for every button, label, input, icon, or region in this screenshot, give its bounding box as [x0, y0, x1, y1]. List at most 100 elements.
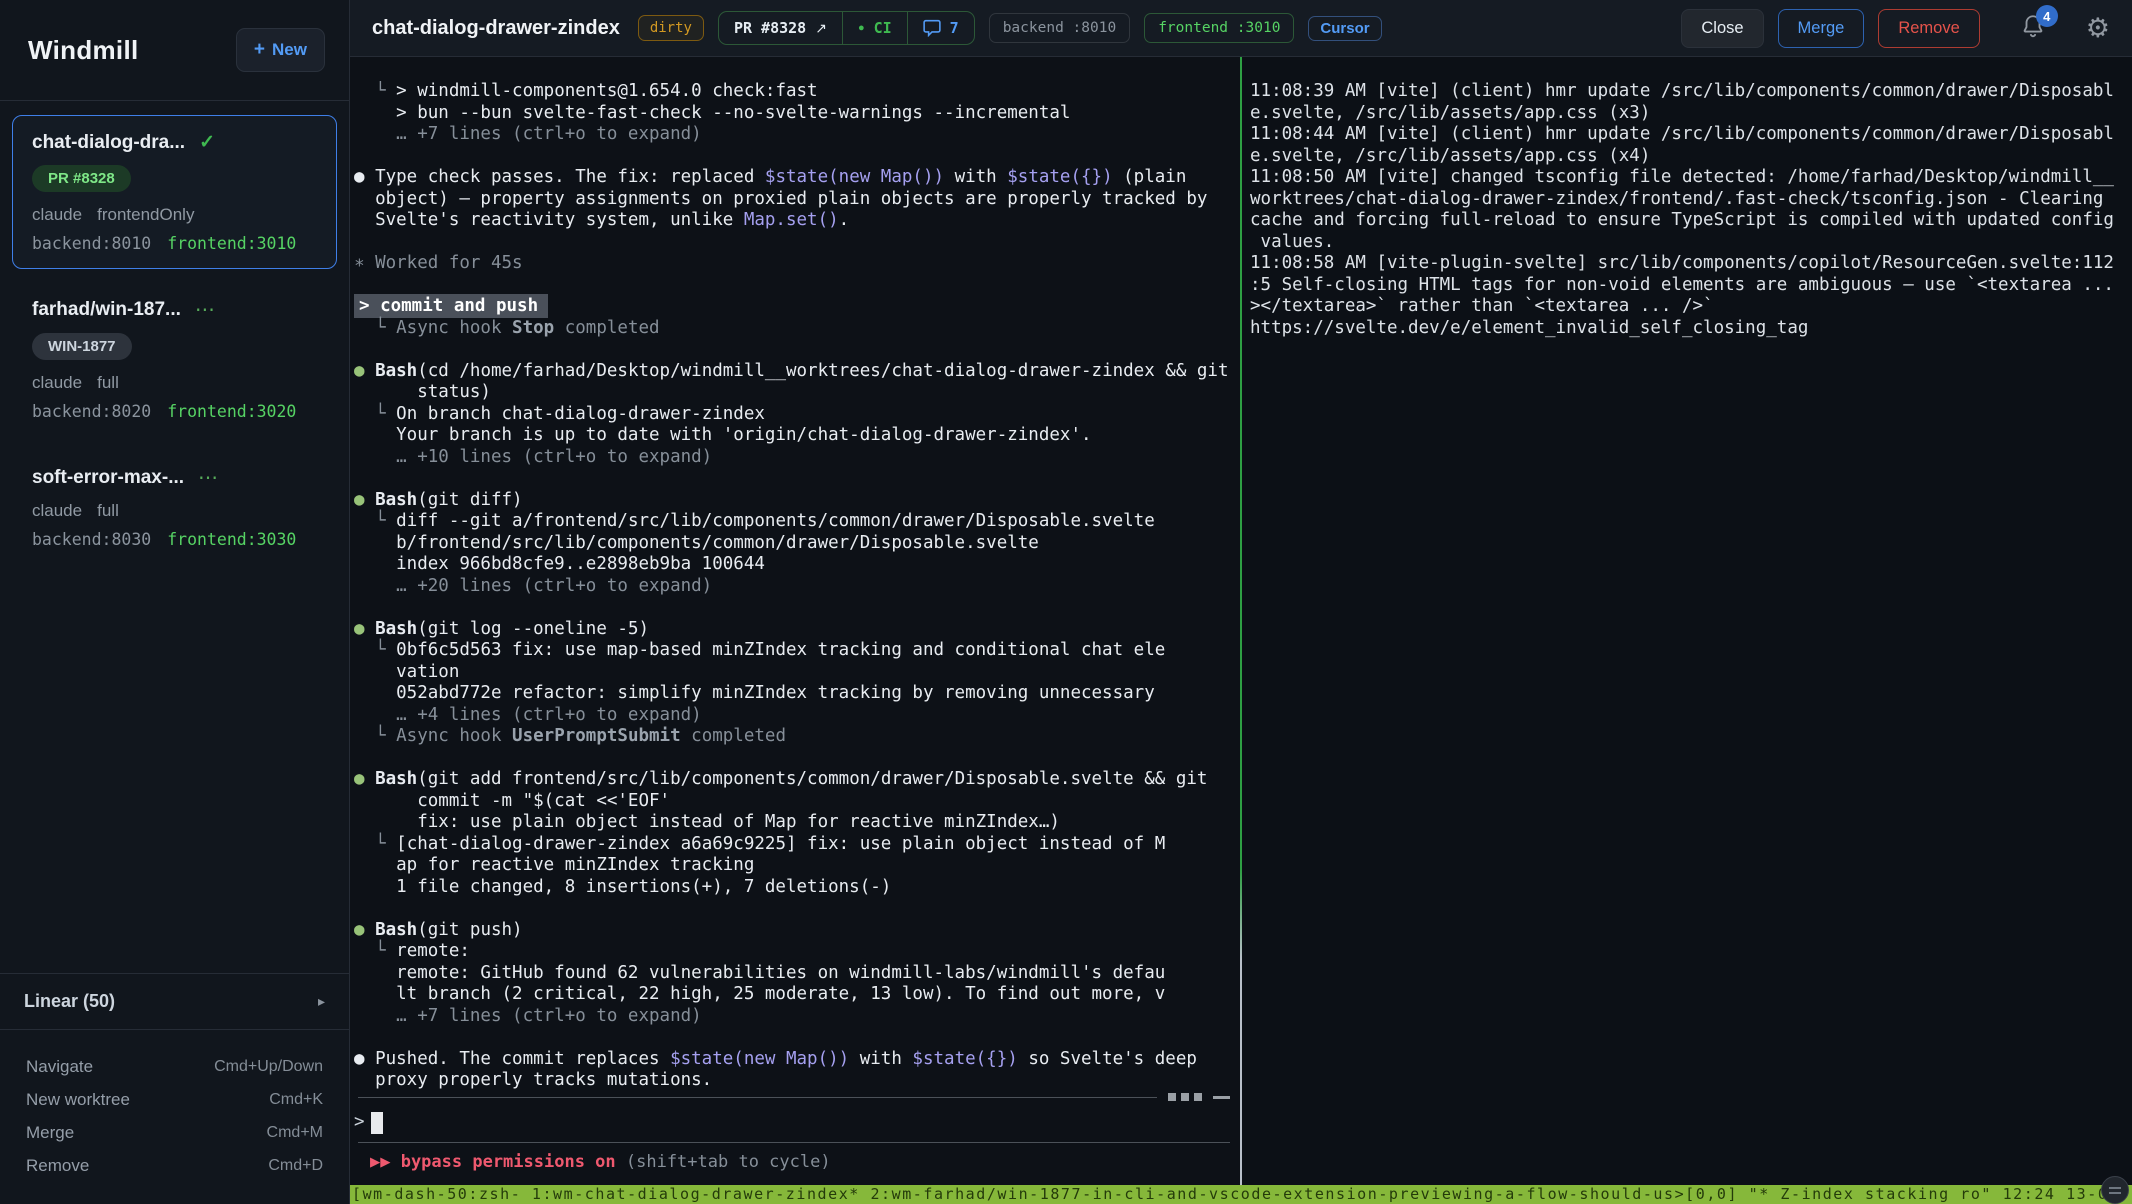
comments-button[interactable]: 7 [907, 12, 974, 44]
terminal-line: └ remote: [354, 941, 1240, 963]
log-line: 11:08:50 AM [vite] changed tsconfig file… [1250, 167, 2128, 189]
backend-port-badge[interactable]: backend :8010 [989, 13, 1131, 43]
terminal-line: vation [354, 662, 1240, 684]
log-line: e.svelte, /src/lib/assets/app.css (x3) [1250, 103, 2128, 125]
pr-link-button[interactable]: PR #8328 ↗ [719, 12, 842, 44]
terminal-line [354, 748, 1240, 770]
sidebar-header: Windmill + New [0, 0, 349, 101]
cursor-editor-button[interactable]: Cursor [1308, 16, 1381, 41]
resize-handle-icon[interactable] [1168, 1093, 1202, 1101]
caret-right-icon: ▸ [318, 993, 325, 1010]
terminal-line [354, 468, 1240, 490]
terminal-line: └ [chat-dialog-drawer-zindex a6a69c9225]… [354, 834, 1240, 856]
settings-gear-icon[interactable]: ⚙ [2086, 13, 2110, 44]
shortcut-navigate: Navigate Cmd+Up/Down [26, 1050, 323, 1083]
content-panes: └ > windmill-components@1.654.0 check:fa… [350, 57, 2132, 1185]
frontend-port: frontend:3010 [167, 234, 296, 253]
sidebar: Windmill + New chat-dialog-dra... ✓ PR #… [0, 0, 350, 1204]
terminal-line [354, 1027, 1240, 1049]
pr-status-group: PR #8328 ↗ ● CI 7 [718, 11, 975, 45]
tmux-status-bar: [wm-dash-50:zsh- 1:wm-chat-dialog-drawer… [350, 1185, 2132, 1204]
terminal-line: └ On branch chat-dialog-drawer-zindex [354, 404, 1240, 426]
external-link-icon: ↗ [815, 20, 827, 37]
new-button-label: New [272, 40, 307, 60]
terminal-line [354, 275, 1240, 297]
new-worktree-button[interactable]: + New [236, 28, 325, 72]
bypass-permissions-label: ▶▶ bypass permissions on [370, 1152, 626, 1172]
tmux-status-text: [wm-dash-50:zsh- 1:wm-chat-dialog-drawer… [352, 1185, 2108, 1203]
terminal-line: 052abd772e refactor: simplify minZIndex … [354, 683, 1240, 705]
merge-button[interactable]: Merge [1778, 9, 1865, 48]
close-button[interactable]: Close [1681, 9, 1763, 48]
terminal-prompt-input[interactable]: > [354, 1104, 1240, 1142]
log-line: 11:08:58 AM [vite-plugin-svelte] src/lib… [1250, 253, 2128, 275]
worktree-item-soft-error[interactable]: soft-error-max-... ⋯ claude full backend… [12, 449, 337, 565]
prompt-chevron: > [354, 1112, 365, 1134]
ci-label: CI [874, 19, 892, 37]
bypass-permissions-hint: (shift+tab to cycle) [626, 1152, 831, 1172]
terminal-line: └ Async hook UserPromptSubmit completed [354, 726, 1240, 748]
terminal-line: ● Pushed. The commit replaces $state(new… [354, 1049, 1240, 1071]
pr-badge: PR #8328 [32, 165, 131, 192]
terminal-line: Svelte's reactivity system, unlike Map.s… [354, 210, 1240, 232]
linear-section-toggle[interactable]: Linear (50) ▸ [0, 973, 349, 1030]
terminal-line: Your branch is up to date with 'origin/c… [354, 425, 1240, 447]
terminal-line: fix: use plain object instead of Map for… [354, 812, 1240, 834]
terminal-line: index 966bd8cfe9..e2898eb9ba 100644 [354, 554, 1240, 576]
ci-status-button[interactable]: ● CI [842, 12, 907, 44]
mode-tag: full [97, 501, 119, 521]
frontend-port: frontend:3020 [167, 402, 296, 421]
shortcut-label: Navigate [26, 1057, 93, 1077]
log-line: values. [1250, 232, 2128, 254]
terminal-line: ∗ Worked for 45s [354, 253, 1240, 275]
terminal-line: … +10 lines (ctrl+o to expand) [354, 447, 1240, 469]
shortcut-label: Remove [26, 1156, 89, 1176]
shortcut-merge: Merge Cmd+M [26, 1116, 323, 1149]
shortcut-keys: Cmd+K [269, 1091, 323, 1109]
backend-port: backend:8020 [32, 402, 151, 421]
shortcut-keys: Cmd+Up/Down [214, 1058, 323, 1076]
permissions-mode-indicator: ▶▶ bypass permissions on (shift+tab to c… [354, 1143, 1240, 1186]
terminal-line: > bun --bun svelte-fast-check --no-svelt… [354, 103, 1240, 125]
notification-count-badge: 4 [2036, 5, 2058, 27]
terminal-line: └ > windmill-components@1.654.0 check:fa… [354, 81, 1240, 103]
dev-server-log-pane[interactable]: 11:08:39 AM [vite] (client) hmr update /… [1242, 57, 2132, 1185]
shortcut-legend: Navigate Cmd+Up/Down New worktree Cmd+K … [0, 1030, 349, 1204]
terminal-line: └ Async hook Stop completed [354, 318, 1240, 340]
terminal-line: ● Bash(git add frontend/src/lib/componen… [354, 769, 1240, 791]
terminal-line: ap for reactive minZIndex tracking [354, 855, 1240, 877]
log-line: e.svelte, /src/lib/assets/app.css (x4) [1250, 146, 2128, 168]
log-line: :5 Self-closing HTML tags for non-void e… [1250, 275, 2128, 297]
terminal-line: … +7 lines (ctrl+o to expand) [354, 124, 1240, 146]
remove-button[interactable]: Remove [1878, 9, 1979, 48]
terminal-line: 1 file changed, 8 insertions(+), 7 delet… [354, 877, 1240, 899]
shortcut-label: Merge [26, 1123, 74, 1143]
plus-icon: + [254, 39, 265, 61]
overlay-menu-circle[interactable] [2101, 1176, 2129, 1204]
header-bar: chat-dialog-drawer-zindex dirty PR #8328… [350, 0, 2132, 57]
worktree-list: chat-dialog-dra... ✓ PR #8328 claude fro… [0, 101, 349, 973]
shortcut-keys: Cmd+M [267, 1124, 323, 1142]
ci-status-dot: ● [858, 22, 865, 34]
log-line: ></textarea>` rather than `<textarea ...… [1250, 296, 2128, 318]
terminal-line: … +4 lines (ctrl+o to expand) [354, 705, 1240, 727]
notifications-button[interactable]: 4 [2020, 12, 2050, 44]
terminal-line [354, 339, 1240, 361]
agent-tag: claude [32, 373, 82, 393]
worktree-item-win-1877[interactable]: farhad/win-187... ⋯ WIN-1877 claude full… [12, 281, 337, 437]
shortcut-new-worktree: New worktree Cmd+K [26, 1083, 323, 1116]
pr-number: PR #8328 [734, 19, 806, 37]
log-line: 11:08:39 AM [vite] (client) hmr update /… [1250, 81, 2128, 103]
worktree-name: farhad/win-187... [32, 299, 181, 321]
ellipsis-menu-icon[interactable]: ⋯ [198, 465, 220, 490]
worktree-name: soft-error-max-... [32, 467, 184, 489]
worktree-item-chat-dialog[interactable]: chat-dialog-dra... ✓ PR #8328 claude fro… [12, 115, 337, 269]
terminal-pane[interactable]: └ > windmill-components@1.654.0 check:fa… [350, 57, 1240, 1185]
frontend-port-badge[interactable]: frontend :3010 [1144, 13, 1294, 43]
terminal-line: commit -m "$(cat <<'EOF' [354, 791, 1240, 813]
main-area: chat-dialog-drawer-zindex dirty PR #8328… [350, 0, 2132, 1204]
ellipsis-menu-icon[interactable]: ⋯ [195, 297, 217, 322]
backend-port: backend:8010 [32, 234, 151, 253]
terminal-line: └ diff --git a/frontend/src/lib/componen… [354, 511, 1240, 533]
issue-badge: WIN-1877 [32, 333, 132, 360]
